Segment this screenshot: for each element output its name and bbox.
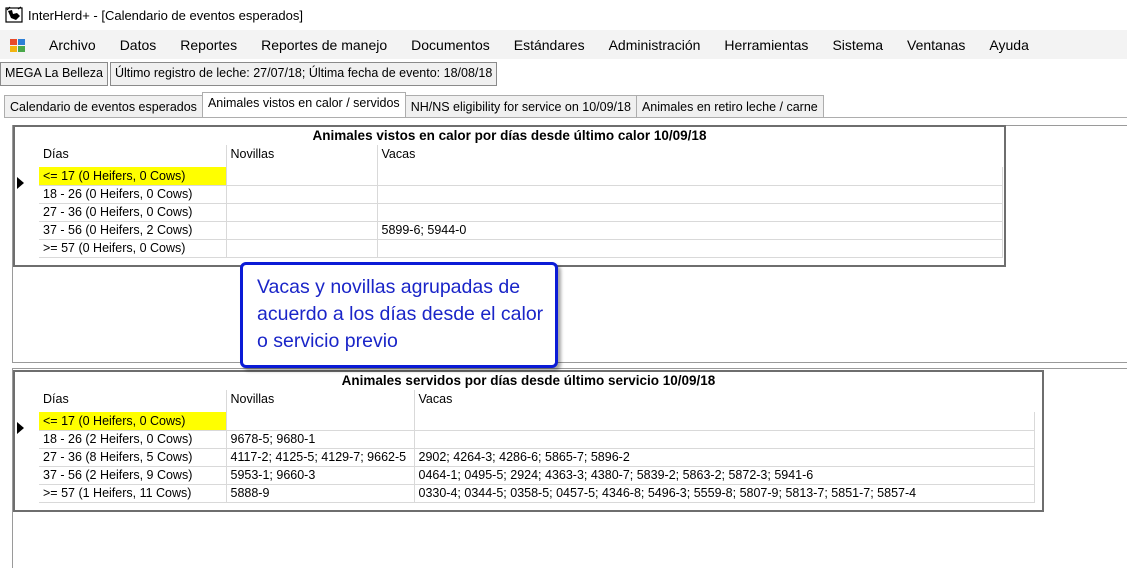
cell-vacas[interactable]: [414, 412, 1035, 431]
cell-novillas[interactable]: 9678-5; 9680-1: [226, 430, 415, 449]
cow-app-icon: [5, 6, 23, 23]
tab-nh-ns-eligibility[interactable]: NH/NS eligibility for service on 10/09/1…: [404, 95, 637, 117]
table-header-row: Días Novillas Vacas: [39, 145, 1002, 167]
tab-animales-calor-servidos[interactable]: Animales vistos en calor / servidos: [201, 92, 406, 117]
cell-dias[interactable]: 18 - 26 (0 Heifers, 0 Cows): [39, 185, 227, 204]
column-header-novillas[interactable]: Novillas: [226, 145, 378, 167]
cell-dias[interactable]: <= 17 (0 Heifers, 0 Cows): [39, 167, 227, 186]
table-row[interactable]: 18 - 26 (2 Heifers, 0 Cows) 9678-5; 9680…: [39, 430, 1035, 449]
annotation-callout: Vacas y novillas agrupadas de acuerdo a …: [240, 262, 558, 368]
cell-novillas[interactable]: 5888-9: [226, 484, 415, 503]
cell-dias[interactable]: >= 57 (0 Heifers, 0 Cows): [39, 239, 227, 258]
cell-vacas[interactable]: [414, 430, 1035, 449]
window-title: InterHerd+ - [Calendario de eventos espe…: [28, 7, 303, 23]
menu-ventanas[interactable]: Ventanas: [895, 37, 977, 53]
cell-vacas[interactable]: 0330-4; 0344-5; 0358-5; 0457-5; 4346-8; …: [414, 484, 1035, 503]
menu-reportes[interactable]: Reportes: [168, 37, 249, 53]
menu-documentos[interactable]: Documentos: [399, 37, 502, 53]
cell-novillas[interactable]: [226, 185, 378, 204]
table-row[interactable]: >= 57 (0 Heifers, 0 Cows): [39, 239, 1003, 258]
cell-novillas[interactable]: 4117-2; 4125-5; 4129-7; 9662-5: [226, 448, 415, 467]
column-header-dias[interactable]: Días: [39, 390, 227, 412]
menu-bar: Archivo Datos Reportes Reportes de manej…: [0, 30, 1127, 59]
callout-text: Vacas y novillas agrupadas de acuerdo a …: [257, 276, 544, 352]
cell-vacas[interactable]: [377, 185, 1003, 204]
column-header-novillas[interactable]: Novillas: [226, 390, 415, 412]
menu-herramientas[interactable]: Herramientas: [712, 37, 820, 53]
tab-animales-retiro[interactable]: Animales en retiro leche / carne: [635, 95, 824, 117]
cell-vacas[interactable]: 0464-1; 0495-5; 2924; 4363-3; 4380-7; 58…: [414, 466, 1035, 485]
heat-grid-title: Animales vistos en calor por días desde …: [312, 128, 707, 143]
tab-strip: Calendario de eventos esperados Animales…: [4, 92, 824, 117]
table-row[interactable]: 37 - 56 (0 Heifers, 2 Cows) 5899-6; 5944…: [39, 221, 1003, 240]
cell-vacas[interactable]: 5899-6; 5944-0: [377, 221, 1003, 240]
cell-dias[interactable]: 27 - 36 (8 Heifers, 5 Cows): [39, 448, 227, 467]
service-table: Días Novillas Vacas <= 17 (0 Heifers, 0 …: [39, 390, 1035, 503]
herd-name: MEGA La Belleza: [0, 62, 108, 86]
cell-vacas[interactable]: [377, 203, 1003, 222]
mdi-child-icon[interactable]: [9, 36, 27, 54]
status-bar: MEGA La Belleza Último registro de leche…: [0, 62, 499, 86]
column-header-vacas[interactable]: Vacas: [414, 390, 1034, 412]
cell-novillas[interactable]: [226, 221, 378, 240]
cell-dias[interactable]: 37 - 56 (0 Heifers, 2 Cows): [39, 221, 227, 240]
table-header-row: Días Novillas Vacas: [39, 390, 1034, 412]
title-bar: InterHerd+ - [Calendario de eventos espe…: [0, 0, 1127, 30]
current-row-arrow-icon: [17, 422, 24, 434]
table-row[interactable]: >= 57 (1 Heifers, 11 Cows) 5888-9 0330-4…: [39, 484, 1035, 503]
cell-vacas[interactable]: [377, 167, 1003, 186]
table-row[interactable]: <= 17 (0 Heifers, 0 Cows): [39, 412, 1035, 431]
cell-novillas[interactable]: [226, 412, 415, 431]
menu-estandares[interactable]: Estándares: [502, 37, 597, 53]
column-header-dias[interactable]: Días: [39, 145, 227, 167]
menu-archivo[interactable]: Archivo: [37, 37, 108, 53]
cell-novillas[interactable]: [226, 239, 378, 258]
cell-novillas[interactable]: [226, 167, 378, 186]
menu-ayuda[interactable]: Ayuda: [977, 37, 1040, 53]
heat-grid: Animales vistos en calor por días desde …: [13, 125, 1006, 267]
tab-calendario-eventos[interactable]: Calendario de eventos esperados: [4, 95, 203, 117]
menu-datos[interactable]: Datos: [108, 37, 169, 53]
service-grid-title: Animales servidos por días desde último …: [341, 373, 716, 388]
cell-dias[interactable]: 18 - 26 (2 Heifers, 0 Cows): [39, 430, 227, 449]
cell-novillas[interactable]: [226, 203, 378, 222]
cell-novillas[interactable]: 5953-1; 9660-3: [226, 466, 415, 485]
service-grid: Animales servidos por días desde último …: [13, 370, 1044, 512]
menu-reportes-de-manejo[interactable]: Reportes de manejo: [249, 37, 399, 53]
table-row[interactable]: <= 17 (0 Heifers, 0 Cows): [39, 167, 1003, 186]
column-header-vacas[interactable]: Vacas: [377, 145, 1002, 167]
current-row-arrow-icon: [17, 177, 24, 189]
cell-dias[interactable]: <= 17 (0 Heifers, 0 Cows): [39, 412, 227, 431]
table-row[interactable]: 18 - 26 (0 Heifers, 0 Cows): [39, 185, 1003, 204]
table-row[interactable]: 27 - 36 (0 Heifers, 0 Cows): [39, 203, 1003, 222]
table-row[interactable]: 27 - 36 (8 Heifers, 5 Cows) 4117-2; 4125…: [39, 448, 1035, 467]
last-records-info: Último registro de leche: 27/07/18; Últi…: [109, 62, 498, 86]
menu-sistema[interactable]: Sistema: [820, 37, 895, 53]
table-row[interactable]: 37 - 56 (2 Heifers, 9 Cows) 5953-1; 9660…: [39, 466, 1035, 485]
heat-table: Días Novillas Vacas <= 17 (0 Heifers, 0 …: [39, 145, 1003, 258]
cell-dias[interactable]: 37 - 56 (2 Heifers, 9 Cows): [39, 466, 227, 485]
cell-dias[interactable]: 27 - 36 (0 Heifers, 0 Cows): [39, 203, 227, 222]
cell-vacas[interactable]: [377, 239, 1003, 258]
menu-administracion[interactable]: Administración: [597, 37, 713, 53]
cell-dias[interactable]: >= 57 (1 Heifers, 11 Cows): [39, 484, 227, 503]
cell-vacas[interactable]: 2902; 4264-3; 4286-6; 5865-7; 5896-2: [414, 448, 1035, 467]
